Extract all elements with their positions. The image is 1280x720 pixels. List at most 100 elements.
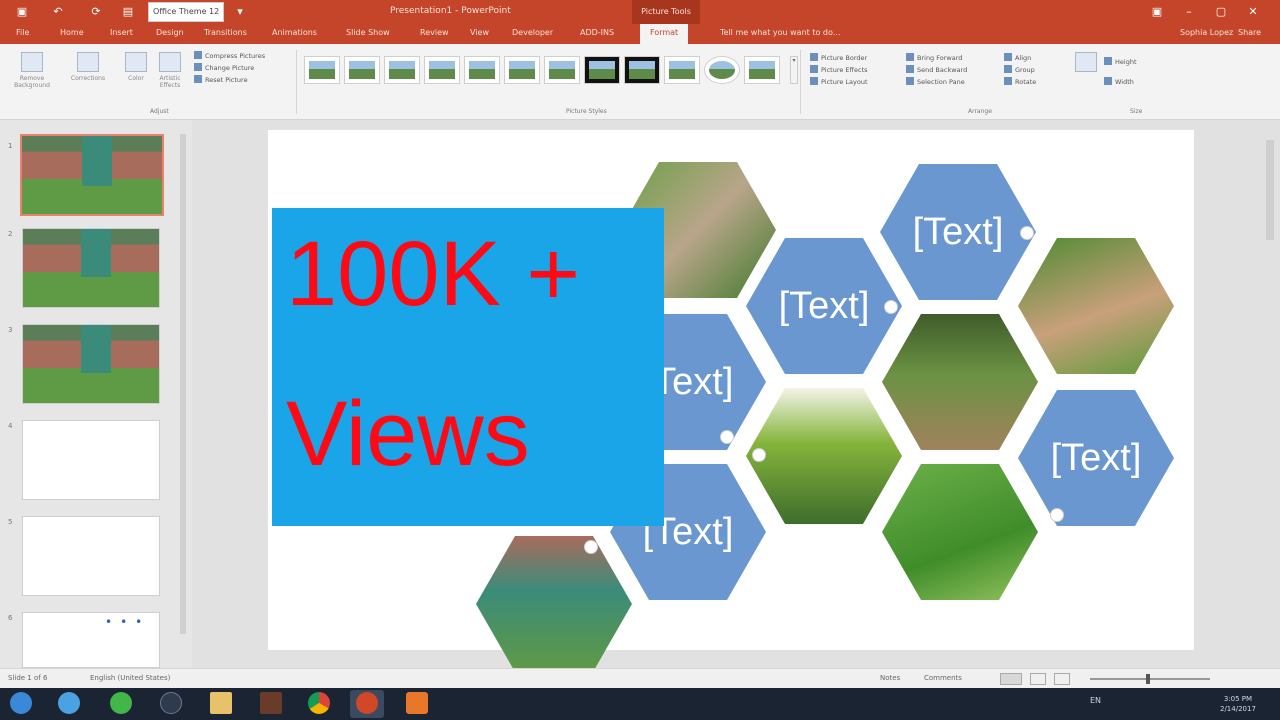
picture-style-option[interactable] — [744, 56, 780, 84]
text-placeholder-2[interactable]: [Text] — [746, 238, 902, 374]
selection-pane-button[interactable]: Selection Pane — [906, 76, 1002, 88]
name-box[interactable]: Office Theme 12 — [148, 2, 224, 22]
customize-toolbar-icon[interactable]: ▾ — [232, 4, 248, 20]
notes-button[interactable]: Notes — [880, 674, 900, 682]
picture-border-button[interactable]: Picture Border — [810, 52, 900, 64]
thumbnail-scrollbar[interactable] — [180, 134, 186, 634]
rotate-button[interactable]: Rotate — [1004, 76, 1064, 88]
taskbar-app-media[interactable] — [154, 690, 188, 718]
hex-picture-woman-gardening[interactable] — [882, 464, 1038, 600]
picture-layout-button[interactable]: Picture Layout — [810, 76, 900, 88]
reset-picture-button[interactable]: Reset Picture — [194, 74, 290, 86]
hex-picture-topiary-garden[interactable] — [746, 388, 902, 524]
minimize-icon[interactable]: – — [1180, 4, 1198, 20]
undo-icon[interactable]: ↶ — [50, 4, 66, 20]
selection-handle[interactable] — [884, 300, 898, 314]
height-field[interactable]: Height — [1104, 56, 1214, 76]
selection-handle[interactable] — [584, 540, 598, 554]
slide-sorter-icon[interactable] — [1030, 673, 1046, 685]
start-presentation-icon[interactable]: ▤ — [120, 4, 136, 20]
language-indicator[interactable]: English (United States) — [90, 674, 170, 682]
crop-button[interactable] — [1068, 50, 1104, 96]
canvas-scrollbar[interactable] — [1266, 140, 1274, 240]
hex-picture-potted-plants[interactable] — [882, 314, 1038, 450]
tab-animations[interactable]: Animations — [272, 28, 317, 37]
tab-file[interactable]: File — [16, 28, 29, 37]
comments-button[interactable]: Comments — [924, 674, 962, 682]
slide-thumbnail-3[interactable] — [22, 324, 160, 404]
taskbar-app-recorder[interactable] — [400, 690, 434, 718]
corrections-button[interactable]: Corrections — [70, 50, 106, 96]
redo-icon[interactable]: ⟳ — [88, 4, 104, 20]
share-button[interactable]: Share — [1238, 28, 1261, 37]
color-button[interactable]: Color — [118, 50, 154, 96]
save-icon[interactable]: ▣ — [14, 4, 30, 20]
picture-style-option[interactable] — [584, 56, 620, 84]
tab-slide-show[interactable]: Slide Show — [346, 28, 390, 37]
tell-me-box[interactable]: Tell me what you want to do... — [720, 28, 840, 37]
slide-thumbnail-2[interactable] — [22, 228, 160, 308]
taskbar-app-ie[interactable] — [52, 690, 86, 718]
group-button[interactable]: Group — [1004, 64, 1064, 76]
zoom-slider[interactable] — [1090, 678, 1210, 680]
tab-review[interactable]: Review — [420, 28, 449, 37]
picture-style-option[interactable] — [344, 56, 380, 84]
corrections-icon — [77, 52, 99, 72]
selection-handle[interactable] — [1050, 508, 1064, 522]
text-placeholder-4[interactable]: [Text] — [1018, 390, 1174, 526]
start-button[interactable] — [4, 690, 38, 718]
tab-design[interactable]: Design — [156, 28, 184, 37]
picture-style-option[interactable] — [384, 56, 420, 84]
tab-transitions[interactable]: Transitions — [204, 28, 247, 37]
change-picture-button[interactable]: Change Picture — [194, 62, 290, 74]
width-field[interactable]: Width — [1104, 76, 1214, 96]
reading-view-icon[interactable] — [1054, 673, 1070, 685]
align-button[interactable]: Align — [1004, 52, 1064, 64]
user-name[interactable]: Sophia Lopez — [1180, 28, 1233, 37]
hex-picture-deer[interactable] — [1018, 238, 1174, 374]
text-placeholder-1[interactable]: [Text] — [880, 164, 1036, 300]
picture-style-option[interactable] — [464, 56, 500, 84]
send-backward-button[interactable]: Send Backward — [906, 64, 1002, 76]
picture-style-option[interactable] — [504, 56, 540, 84]
selection-handle[interactable] — [1020, 226, 1034, 240]
picture-style-option[interactable] — [424, 56, 460, 84]
taskbar-app-video[interactable] — [254, 690, 288, 718]
gallery-more-icon[interactable]: ▾ — [790, 56, 798, 84]
taskbar-app-chrome[interactable] — [302, 690, 336, 718]
picture-style-option[interactable] — [704, 56, 740, 84]
slide-thumbnail-1[interactable] — [20, 134, 164, 216]
tab-add-ins[interactable]: ADD-INS — [580, 28, 614, 37]
taskbar-app-powerpoint[interactable] — [350, 690, 384, 718]
picture-style-option[interactable] — [544, 56, 580, 84]
tab-insert[interactable]: Insert — [110, 28, 133, 37]
slide-thumbnail-4[interactable] — [22, 420, 160, 500]
compress-pictures-button[interactable]: Compress Pictures — [194, 50, 290, 62]
normal-view-icon[interactable] — [1000, 673, 1022, 685]
selection-handle[interactable] — [752, 448, 766, 462]
tab-home[interactable]: Home — [60, 28, 84, 37]
clock[interactable]: 3:05 PM 2/14/2017 — [1220, 694, 1256, 714]
artistic-effects-button[interactable]: Artistic Effects — [152, 50, 188, 96]
ribbon-display-icon[interactable]: ▣ — [1148, 4, 1166, 20]
effects-icon — [810, 65, 818, 73]
language-tray[interactable]: EN — [1090, 696, 1101, 705]
close-icon[interactable]: ✕ — [1244, 4, 1262, 20]
reset-icon — [194, 75, 202, 83]
picture-style-option[interactable] — [624, 56, 660, 84]
picture-style-option[interactable] — [664, 56, 700, 84]
selection-handle[interactable] — [720, 430, 734, 444]
picture-style-option[interactable] — [304, 56, 340, 84]
slide-thumbnail-6[interactable]: ••• — [22, 612, 160, 668]
tab-developer[interactable]: Developer — [512, 28, 553, 37]
taskbar-app-explorer[interactable] — [204, 690, 238, 718]
tab-format[interactable]: Format — [640, 24, 689, 44]
zoom-thumb[interactable] — [1146, 674, 1150, 684]
remove-background-button[interactable]: Remove Background — [14, 50, 50, 96]
picture-effects-button[interactable]: Picture Effects — [810, 64, 900, 76]
maximize-icon[interactable]: ▢ — [1212, 4, 1230, 20]
tab-view[interactable]: View — [470, 28, 489, 37]
bring-forward-button[interactable]: Bring Forward — [906, 52, 1002, 64]
taskbar-app-green[interactable] — [104, 690, 138, 718]
slide-thumbnail-5[interactable] — [22, 516, 160, 596]
